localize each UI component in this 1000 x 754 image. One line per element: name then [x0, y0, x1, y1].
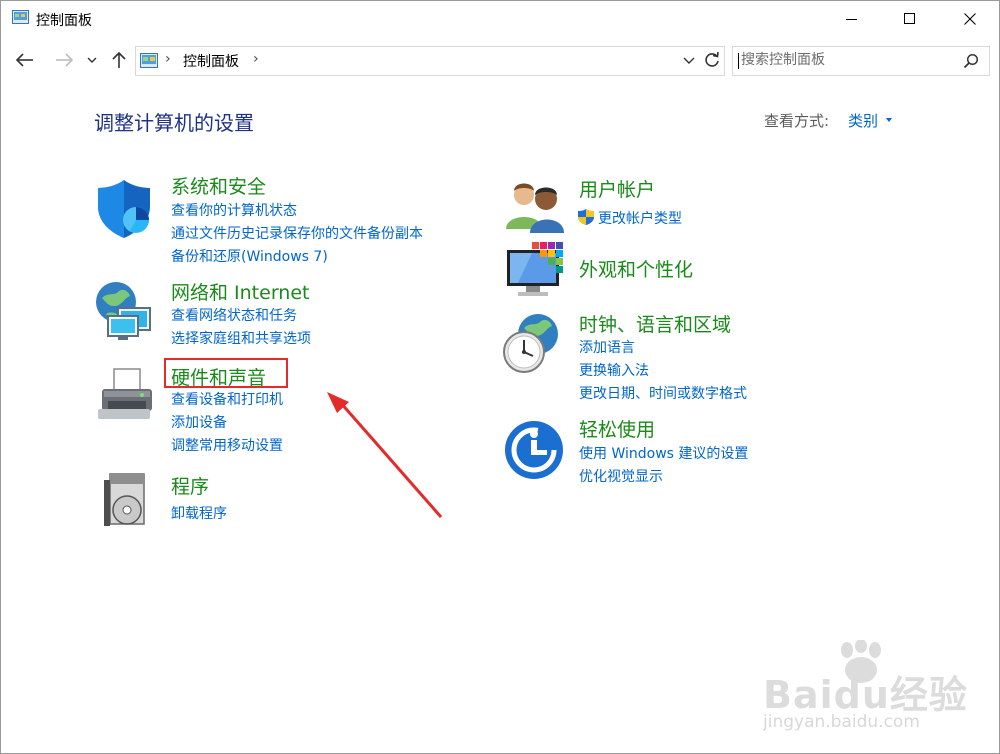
network-icon[interactable]	[94, 280, 158, 344]
printer-icon[interactable]	[94, 365, 158, 429]
view-by-label: 查看方式:	[764, 112, 830, 130]
maximize-button[interactable]	[879, 1, 941, 37]
link-file-history-backup[interactable]: 通过文件历史记录保存你的文件备份副本	[171, 223, 423, 243]
category-system-security[interactable]: 系统和安全	[171, 172, 266, 199]
link-change-account-type[interactable]: 更改帐户类型	[598, 208, 682, 228]
link-recommended-settings[interactable]: 使用 Windows 建议的设置	[579, 443, 748, 463]
shield-icon[interactable]	[96, 176, 160, 240]
address-bar[interactable]: › 控制面板 ›	[135, 46, 725, 76]
link-view-computer-status[interactable]: 查看你的计算机状态	[171, 200, 297, 220]
window-title: 控制面板	[36, 13, 92, 29]
link-uninstall-program[interactable]: 卸载程序	[171, 503, 227, 523]
link-backup-restore[interactable]: 备份和还原(Windows 7)	[171, 246, 328, 266]
watermark-brand: Baidu经验	[763, 673, 968, 717]
breadcrumb-control-panel[interactable]: 控制面板	[183, 51, 239, 71]
clock-globe-icon[interactable]	[500, 312, 564, 376]
search-box[interactable]	[732, 46, 990, 76]
up-button[interactable]	[105, 47, 133, 73]
close-icon	[964, 13, 976, 25]
forward-button[interactable]	[49, 47, 79, 73]
annotation-highlight-box	[164, 358, 288, 388]
category-programs[interactable]: 程序	[171, 472, 209, 499]
arrow-left-icon	[16, 53, 33, 67]
category-user-accounts[interactable]: 用户帐户	[579, 175, 655, 202]
minimize-button[interactable]	[821, 1, 883, 37]
arrow-right-icon	[56, 53, 73, 67]
refresh-icon[interactable]	[702, 50, 722, 70]
control-panel-app-icon	[12, 10, 29, 24]
text-cursor	[738, 53, 739, 69]
minimize-icon	[846, 19, 857, 20]
link-change-date-time-format[interactable]: 更改日期、时间或数字格式	[579, 383, 747, 403]
watermark-url: jingyan.baidu.com	[763, 712, 920, 732]
arrow-up-icon	[112, 51, 126, 68]
category-clock-language-region[interactable]: 时钟、语言和区域	[579, 310, 731, 337]
close-button[interactable]	[939, 1, 1000, 37]
category-network-internet[interactable]: 网络和 Internet	[171, 278, 309, 305]
link-change-input-method[interactable]: 更换输入法	[579, 360, 649, 380]
back-button[interactable]	[9, 47, 41, 73]
search-icon[interactable]	[963, 53, 979, 69]
link-optimize-visual-display[interactable]: 优化视觉显示	[579, 466, 663, 486]
chevron-down-icon	[87, 57, 97, 63]
recent-locations-button[interactable]	[83, 47, 101, 73]
category-appearance-personalization[interactable]: 外观和个性化	[579, 255, 693, 282]
ease-of-access-icon[interactable]	[502, 418, 566, 482]
title-bar: 控制面板	[1, 1, 999, 37]
users-icon[interactable]	[504, 177, 568, 241]
link-add-language[interactable]: 添加语言	[579, 337, 635, 357]
view-by-dropdown[interactable]: 类别	[848, 110, 878, 131]
link-network-status[interactable]: 查看网络状态和任务	[171, 305, 297, 325]
maximize-icon	[904, 13, 915, 24]
chevron-down-icon[interactable]	[681, 52, 697, 68]
link-homegroup-sharing[interactable]: 选择家庭组和共享选项	[171, 328, 311, 348]
search-input[interactable]	[741, 50, 951, 70]
control-panel-location-icon	[140, 53, 158, 68]
breadcrumb-separator[interactable]: ›	[253, 51, 259, 67]
programs-icon[interactable]	[96, 470, 160, 534]
link-add-device[interactable]: 添加设备	[171, 412, 227, 432]
baidu-watermark: Baidu经验 jingyan.baidu.com	[763, 640, 983, 740]
page-title: 调整计算机的设置	[94, 111, 254, 135]
display-icon[interactable]	[504, 240, 568, 304]
breadcrumb-separator[interactable]: ›	[165, 51, 171, 67]
link-devices-printers[interactable]: 查看设备和打印机	[171, 389, 283, 409]
dropdown-caret-icon[interactable]	[886, 118, 892, 122]
navigation-bar: › 控制面板 ›	[1, 41, 999, 79]
uac-shield-icon	[578, 209, 594, 225]
category-ease-of-access[interactable]: 轻松使用	[579, 415, 655, 442]
link-mobility-settings[interactable]: 调整常用移动设置	[171, 435, 283, 455]
